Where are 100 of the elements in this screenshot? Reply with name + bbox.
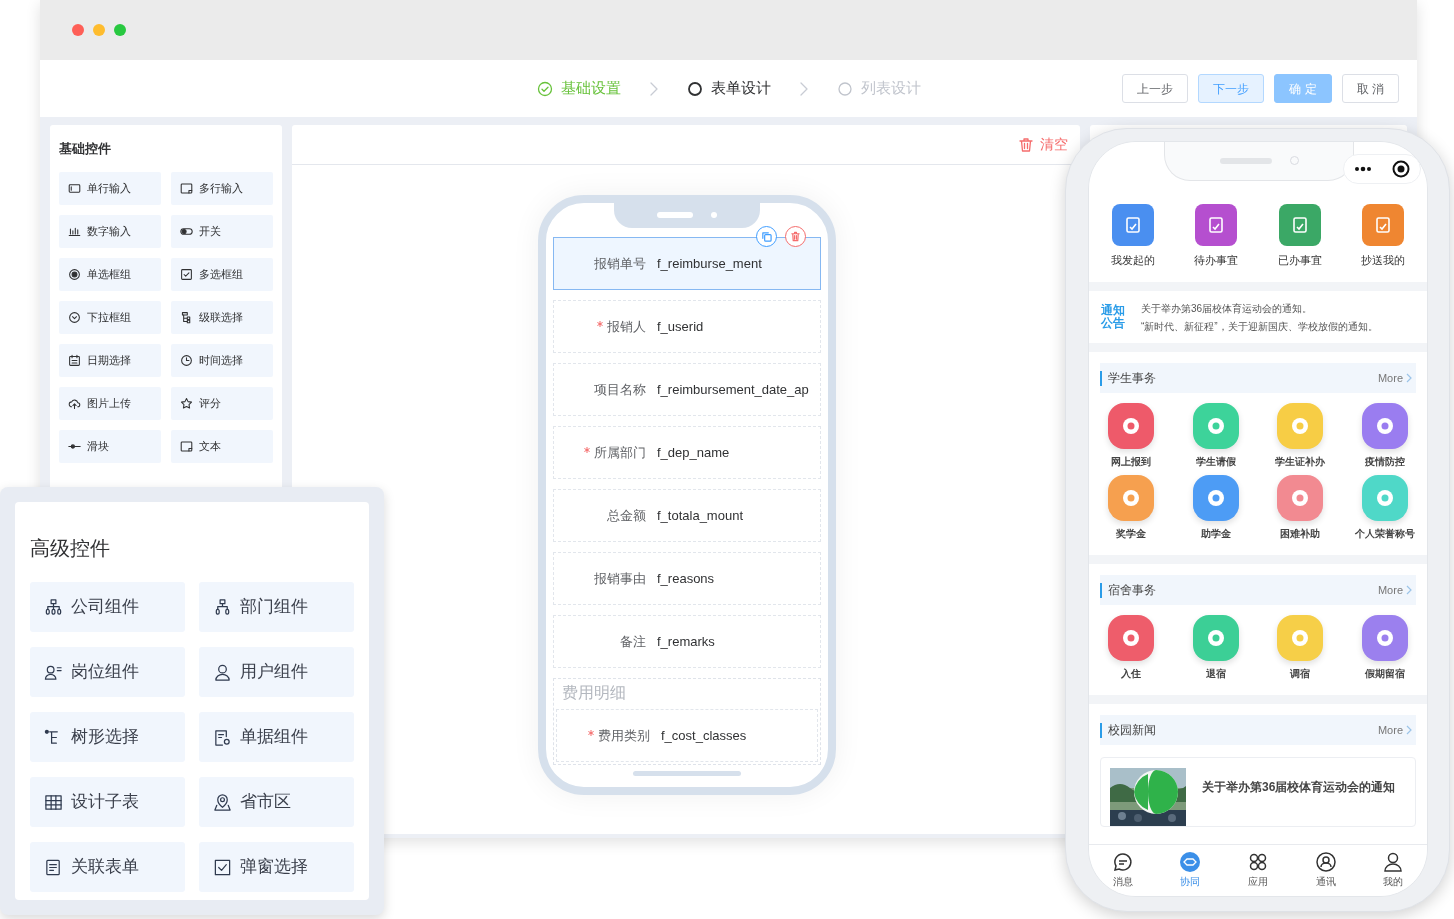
- app-label: 网上报到: [1111, 455, 1152, 469]
- form-field[interactable]: 报销事由 f_reasons: [553, 552, 821, 605]
- close-dot-icon[interactable]: [72, 24, 84, 36]
- control-tile[interactable]: 关联表单: [30, 842, 185, 892]
- tab-item[interactable]: 协同: [1170, 851, 1211, 889]
- app-icon[interactable]: [1192, 615, 1239, 661]
- app-label: 学生证补办: [1275, 455, 1326, 469]
- more-link[interactable]: More: [1377, 721, 1412, 739]
- tab-item[interactable]: 消息: [1102, 851, 1143, 889]
- control-tile[interactable]: 时间选择: [171, 343, 273, 377]
- shortcut-label: 已办事宜: [1277, 253, 1322, 268]
- app-icon[interactable]: [1192, 475, 1239, 521]
- app-icon[interactable]: [1277, 615, 1324, 661]
- circle-icon: [837, 80, 853, 97]
- shortcut-icon[interactable]: [1362, 204, 1405, 246]
- control-tile[interactable]: 用户组件: [199, 647, 354, 697]
- form-field[interactable]: 备注 f_remarks: [553, 615, 821, 668]
- control-tile[interactable]: 文本: [171, 429, 273, 463]
- field-label: 总金额: [607, 506, 646, 525]
- step-label[interactable]: 表单设计: [711, 77, 771, 100]
- control-tile[interactable]: 单据组件: [199, 712, 354, 762]
- text-box-icon: [180, 439, 193, 453]
- control-tile[interactable]: 评分: [171, 386, 273, 420]
- speaker-icon: [657, 211, 693, 218]
- maximize-dot-icon[interactable]: [114, 24, 126, 36]
- control-tile[interactable]: 多选框组: [171, 257, 273, 291]
- app-icon[interactable]: [1108, 475, 1155, 521]
- mini-program-capsule[interactable]: [1343, 154, 1421, 184]
- control-tile[interactable]: 数字输入: [59, 214, 161, 248]
- news-card[interactable]: 关于举办第36届校体育运动会的通知: [1100, 757, 1416, 827]
- cloud-upload-icon: [68, 396, 81, 410]
- app-icon[interactable]: [1361, 475, 1408, 521]
- control-tile[interactable]: 省市区: [199, 777, 354, 827]
- map-pin-icon: [213, 792, 232, 812]
- step-button[interactable]: 上一步: [1122, 74, 1189, 103]
- control-tile[interactable]: 设计子表: [30, 777, 185, 827]
- tab-item[interactable]: 我的: [1373, 851, 1414, 889]
- more-link[interactable]: More: [1377, 369, 1412, 387]
- app-icon[interactable]: [1192, 403, 1239, 449]
- tab-item[interactable]: 通讯: [1305, 851, 1346, 889]
- grid-icon: [1247, 851, 1269, 873]
- step-button[interactable]: 取 消: [1341, 74, 1399, 103]
- tab-item[interactable]: 应用: [1238, 851, 1278, 889]
- notice-text[interactable]: “新时代、新征程”，关于迎新国庆、学校放假的通知。: [1141, 318, 1378, 334]
- form-field[interactable]: 所属部门 f_dep_name: [553, 426, 821, 479]
- app-icon[interactable]: [1361, 403, 1408, 449]
- form-field[interactable]: 报销单号 f_reimburse_ment: [553, 237, 821, 290]
- app-label: 个人荣誉称号: [1354, 527, 1415, 541]
- app-icon[interactable]: [1277, 403, 1324, 449]
- control-tile[interactable]: 岗位组件: [30, 647, 185, 697]
- section-title: 学生事务: [1108, 370, 1156, 387]
- more-icon[interactable]: [1354, 166, 1372, 172]
- app-icon[interactable]: [1108, 615, 1155, 661]
- form-field[interactable]: 报销人 f_userid: [553, 300, 821, 353]
- shortcut-label: 待办事宜: [1194, 253, 1239, 268]
- field-name: f_cost_classes: [661, 726, 747, 745]
- field-label: 备注: [620, 632, 646, 651]
- tree-icon: [180, 310, 193, 324]
- target-icon[interactable]: [1392, 160, 1410, 178]
- form-field[interactable]: 总金额 f_totala_mount: [553, 489, 821, 542]
- app-icon[interactable]: [1108, 403, 1155, 449]
- control-tile[interactable]: 级联选择: [171, 300, 273, 334]
- control-tile[interactable]: 单行输入: [59, 171, 161, 205]
- control-tile[interactable]: 多行输入: [171, 171, 273, 205]
- org-chart-icon: [213, 597, 232, 617]
- control-tile[interactable]: 日期选择: [59, 343, 161, 377]
- app-icon[interactable]: [1277, 475, 1324, 521]
- more-link[interactable]: More: [1377, 581, 1412, 599]
- app-label: 奖学金: [1116, 527, 1147, 541]
- control-tile[interactable]: 弹窗选择: [199, 842, 354, 892]
- control-tile[interactable]: 开关: [171, 214, 273, 248]
- app-label: 学生请假: [1195, 455, 1236, 469]
- app-label: 入住: [1121, 667, 1142, 681]
- chevron-right-icon: [1406, 373, 1412, 383]
- control-tile[interactable]: 图片上传: [59, 386, 161, 420]
- control-tile[interactable]: 树形选择: [30, 712, 185, 762]
- shortcut-icon[interactable]: [1278, 204, 1321, 246]
- control-tile[interactable]: 滑块: [59, 429, 161, 463]
- control-tile[interactable]: 下拉框组: [59, 300, 161, 334]
- form-field[interactable]: 项目名称 f_reimbursement_date_ap: [553, 363, 821, 416]
- chevron-circle-icon: [68, 310, 81, 324]
- app-label: 困难补助: [1280, 527, 1321, 541]
- notice-bar[interactable]: 通知公告 关于举办第36届校体育运动会的通知。 “新时代、新征程”，关于迎新国庆、学校放假的通知。: [1089, 291, 1427, 343]
- user-icon: [1382, 851, 1405, 873]
- news-title: 关于举办第36届校体育运动会的通知: [1202, 779, 1397, 796]
- form-field[interactable]: 费用类别 f_cost_classes: [556, 709, 818, 762]
- trash-icon: [1018, 136, 1034, 153]
- control-tile[interactable]: 部门组件: [199, 582, 354, 632]
- checkbox-icon: [213, 857, 232, 877]
- field-name: f_totala_mount: [657, 506, 743, 525]
- app-icon[interactable]: [1361, 615, 1408, 661]
- control-tile[interactable]: 公司组件: [30, 582, 185, 632]
- subtable[interactable]: 费用明细 费用类别 f_cost_classes: [553, 678, 821, 765]
- field-name: f_reimburse_ment: [657, 254, 762, 273]
- document-list-icon: [44, 857, 63, 877]
- minimize-dot-icon[interactable]: [93, 24, 105, 36]
- shortcut-icon[interactable]: [1195, 204, 1238, 246]
- notice-text[interactable]: 关于举办第36届校体育运动会的通知。: [1141, 300, 1378, 316]
- shortcut-icon[interactable]: [1111, 204, 1154, 246]
- control-tile[interactable]: 单选框组: [59, 257, 161, 291]
